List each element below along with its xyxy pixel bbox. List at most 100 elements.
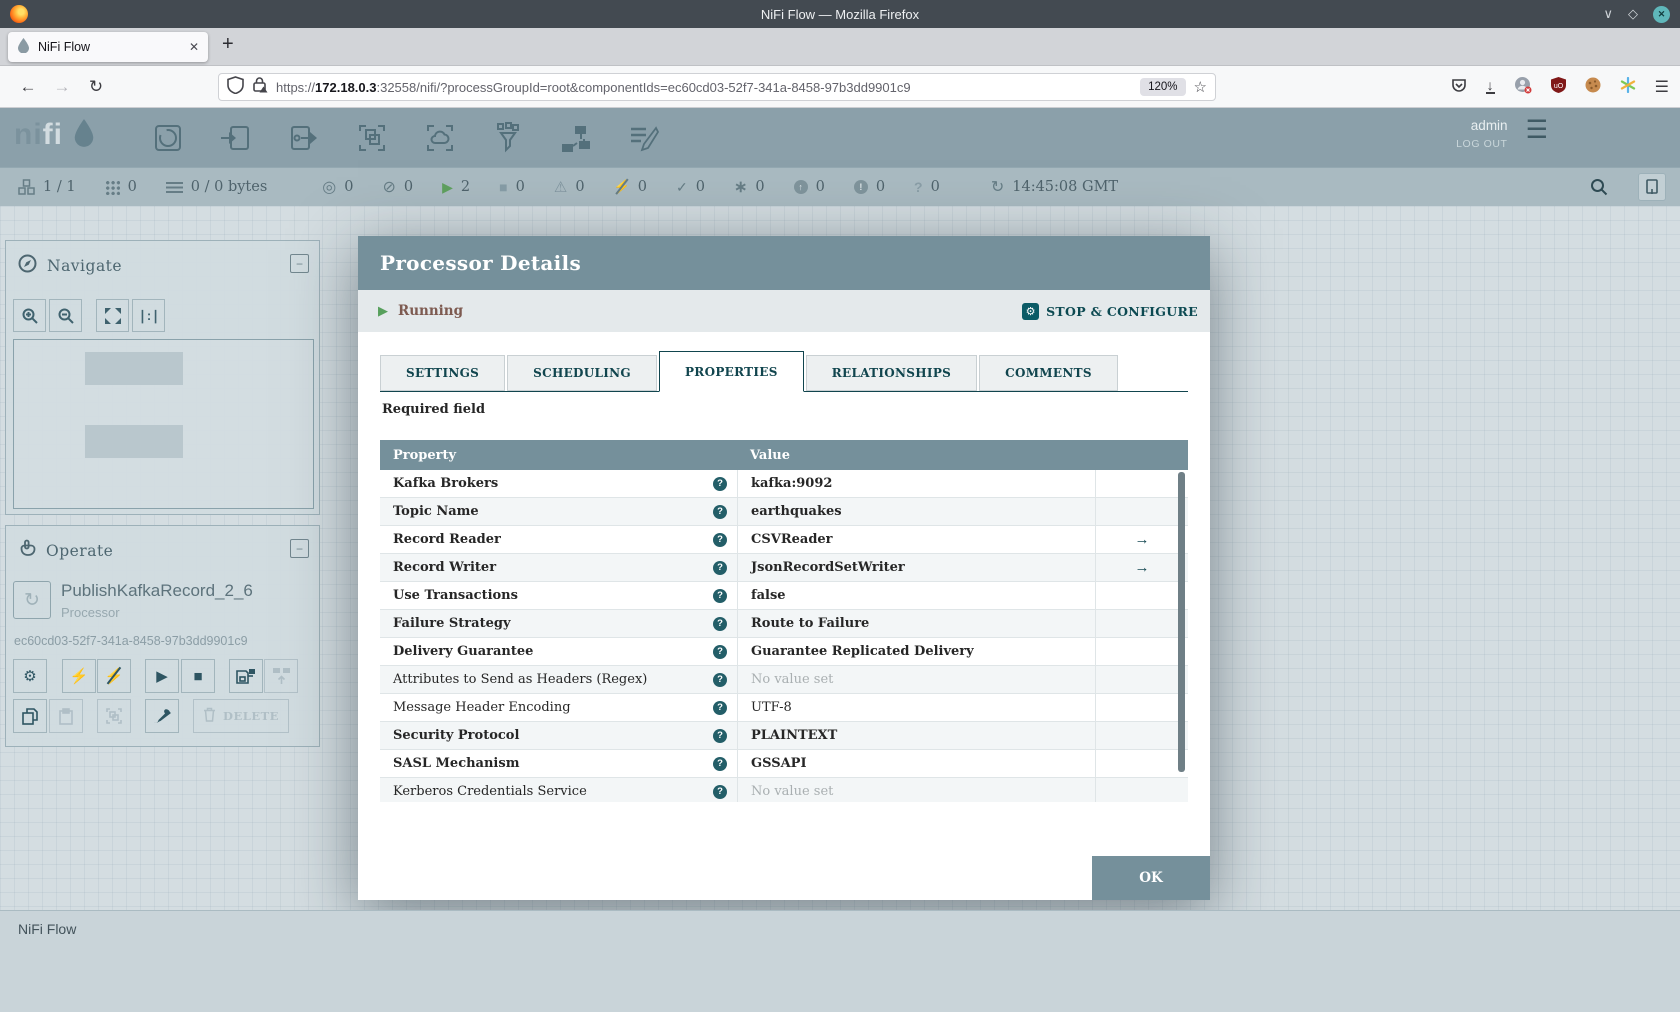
url-bar[interactable]: https://172.18.0.3:32558/nifi/?processGr…: [218, 73, 1216, 101]
help-icon[interactable]: ?: [713, 532, 727, 547]
input-port-draggable-icon[interactable]: [218, 120, 254, 156]
navigate-collapse-icon[interactable]: −: [290, 254, 309, 273]
property-value: false: [751, 588, 786, 603]
ublock-extension-icon[interactable]: uO: [1550, 76, 1566, 98]
birdseye-minimap[interactable]: [13, 339, 314, 509]
help-icon[interactable]: ?: [713, 644, 727, 659]
tab-comments[interactable]: COMMENTS: [979, 355, 1118, 391]
refresh-icon[interactable]: ↻: [991, 177, 1004, 197]
start-button[interactable]: ▶: [145, 659, 179, 693]
dialog-tab-bar: SETTINGS SCHEDULING PROPERTIES RELATIONS…: [380, 351, 1188, 392]
window-titlebar: NiFi Flow — Mozilla Firefox ∨ ◇ ✕: [0, 0, 1680, 28]
queued-icon: [165, 181, 183, 193]
table-scrollbar[interactable]: [1178, 472, 1185, 772]
delete-button[interactable]: DELETE: [193, 699, 289, 733]
zoom-in-button[interactable]: [13, 299, 46, 332]
help-icon[interactable]: ?: [713, 504, 727, 519]
group-button[interactable]: [97, 699, 131, 733]
zoom-out-button[interactable]: [49, 299, 82, 332]
stop-configure-button[interactable]: ⚙ STOP & CONFIGURE: [1022, 302, 1198, 320]
search-icon[interactable]: [1589, 177, 1609, 197]
property-name: Failure Strategy: [393, 616, 511, 631]
forward-icon[interactable]: →: [48, 66, 76, 108]
ok-button[interactable]: OK: [1092, 856, 1210, 900]
tab-settings[interactable]: SETTINGS: [380, 355, 506, 391]
template-draggable-icon[interactable]: [558, 120, 594, 156]
browser-tab[interactable]: NiFi Flow ✕: [8, 32, 208, 62]
last-refreshed: ↻ 14:45:08 GMT: [991, 177, 1118, 197]
zoom-level-badge[interactable]: 120%: [1140, 78, 1186, 96]
label-draggable-icon[interactable]: [626, 120, 662, 156]
connection-lock-icon[interactable]: [252, 76, 268, 98]
firefox-logo-icon: [10, 5, 28, 23]
window-close-icon[interactable]: ✕: [1653, 5, 1670, 23]
tab-properties[interactable]: PROPERTIES: [658, 351, 804, 392]
breadcrumb[interactable]: NiFi Flow: [18, 921, 76, 937]
help-icon[interactable]: ?: [713, 560, 727, 575]
window-maximize-icon[interactable]: ◇: [1628, 6, 1638, 22]
remote-process-group-draggable-icon[interactable]: [422, 120, 458, 156]
configure-button[interactable]: ⚙: [13, 659, 47, 693]
help-icon[interactable]: ?: [713, 672, 727, 687]
zoom-fit-button[interactable]: [96, 299, 129, 332]
locally-modified-stale-icon: !: [853, 180, 868, 194]
paste-button[interactable]: [49, 699, 83, 733]
logout-link[interactable]: LOG OUT: [1456, 138, 1507, 150]
panel-toggle-icon[interactable]: [1638, 173, 1666, 201]
output-port-draggable-icon[interactable]: [286, 120, 322, 156]
invalid-icon: ⚠: [553, 179, 568, 196]
processor-draggable-icon[interactable]: [150, 120, 186, 156]
tab-scheduling[interactable]: SCHEDULING: [507, 355, 657, 391]
multicolor-extension-icon[interactable]: [1620, 76, 1636, 98]
help-icon[interactable]: ?: [713, 588, 727, 603]
app-menu-icon[interactable]: ☰: [1655, 77, 1669, 97]
stop-button[interactable]: ■: [181, 659, 215, 693]
table-row: Kerberos Credentials Service? No value s…: [380, 778, 1188, 802]
help-icon[interactable]: ?: [713, 784, 727, 799]
tab-relationships[interactable]: RELATIONSHIPS: [805, 355, 978, 391]
upload-template-button[interactable]: [264, 659, 298, 693]
nifi-logo: nifi: [14, 118, 96, 152]
processor-details-dialog: Processor Details ▶ Running ⚙ STOP & CON…: [358, 236, 1210, 900]
help-icon[interactable]: ?: [713, 728, 727, 743]
pocket-icon[interactable]: [1451, 77, 1467, 98]
goto-service-icon[interactable]: →: [1135, 531, 1150, 548]
tab-close-icon[interactable]: ✕: [189, 40, 199, 54]
property-value: Route to Failure: [751, 616, 870, 631]
bookmark-star-icon[interactable]: ☆: [1194, 78, 1207, 96]
delete-label: DELETE: [223, 709, 279, 723]
enable-button[interactable]: ⚡: [62, 659, 96, 693]
status-item: ? 0: [914, 179, 940, 195]
process-group-draggable-icon[interactable]: [354, 120, 390, 156]
goto-service-icon[interactable]: →: [1135, 559, 1150, 576]
global-menu-icon[interactable]: ☰: [1526, 118, 1548, 143]
properties-table-header: Property Value: [380, 440, 1188, 470]
disable-button[interactable]: ⚡: [97, 659, 131, 693]
minimap-processor: [85, 352, 183, 385]
copy-button[interactable]: [13, 699, 47, 733]
help-icon[interactable]: ?: [713, 756, 727, 771]
status-item: ▶ 2: [442, 178, 471, 196]
fill-color-button[interactable]: [145, 699, 179, 733]
operate-collapse-icon[interactable]: −: [290, 539, 309, 558]
help-icon[interactable]: ?: [713, 700, 727, 715]
new-tab-button[interactable]: +: [222, 33, 234, 56]
zoom-actual-button[interactable]: ❘:❘: [132, 299, 165, 332]
downloads-icon[interactable]: ↓: [1485, 78, 1495, 94]
help-icon[interactable]: ?: [713, 616, 727, 631]
window-minimize-icon[interactable]: ∨: [1603, 6, 1613, 22]
reload-icon[interactable]: ↻: [82, 66, 110, 108]
help-icon[interactable]: ?: [713, 476, 727, 491]
tracking-protection-shield-icon[interactable]: [227, 75, 244, 99]
account-extension-icon[interactable]: [1514, 76, 1532, 99]
cookie-extension-icon[interactable]: [1585, 77, 1601, 98]
compass-icon: [18, 254, 37, 278]
up-to-date-icon: ✓: [675, 178, 688, 195]
back-icon[interactable]: ←: [14, 66, 42, 108]
funnel-draggable-icon[interactable]: [490, 120, 526, 156]
stopped-icon: ■: [499, 179, 508, 195]
last-refreshed-time: 14:45:08 GMT: [1012, 179, 1119, 195]
flow-canvas[interactable]: Navigate − ❘:❘ Operate − ↻ PublishKafkaR…: [0, 206, 1680, 910]
trash-icon: [203, 707, 216, 725]
save-template-button[interactable]: [229, 659, 263, 693]
